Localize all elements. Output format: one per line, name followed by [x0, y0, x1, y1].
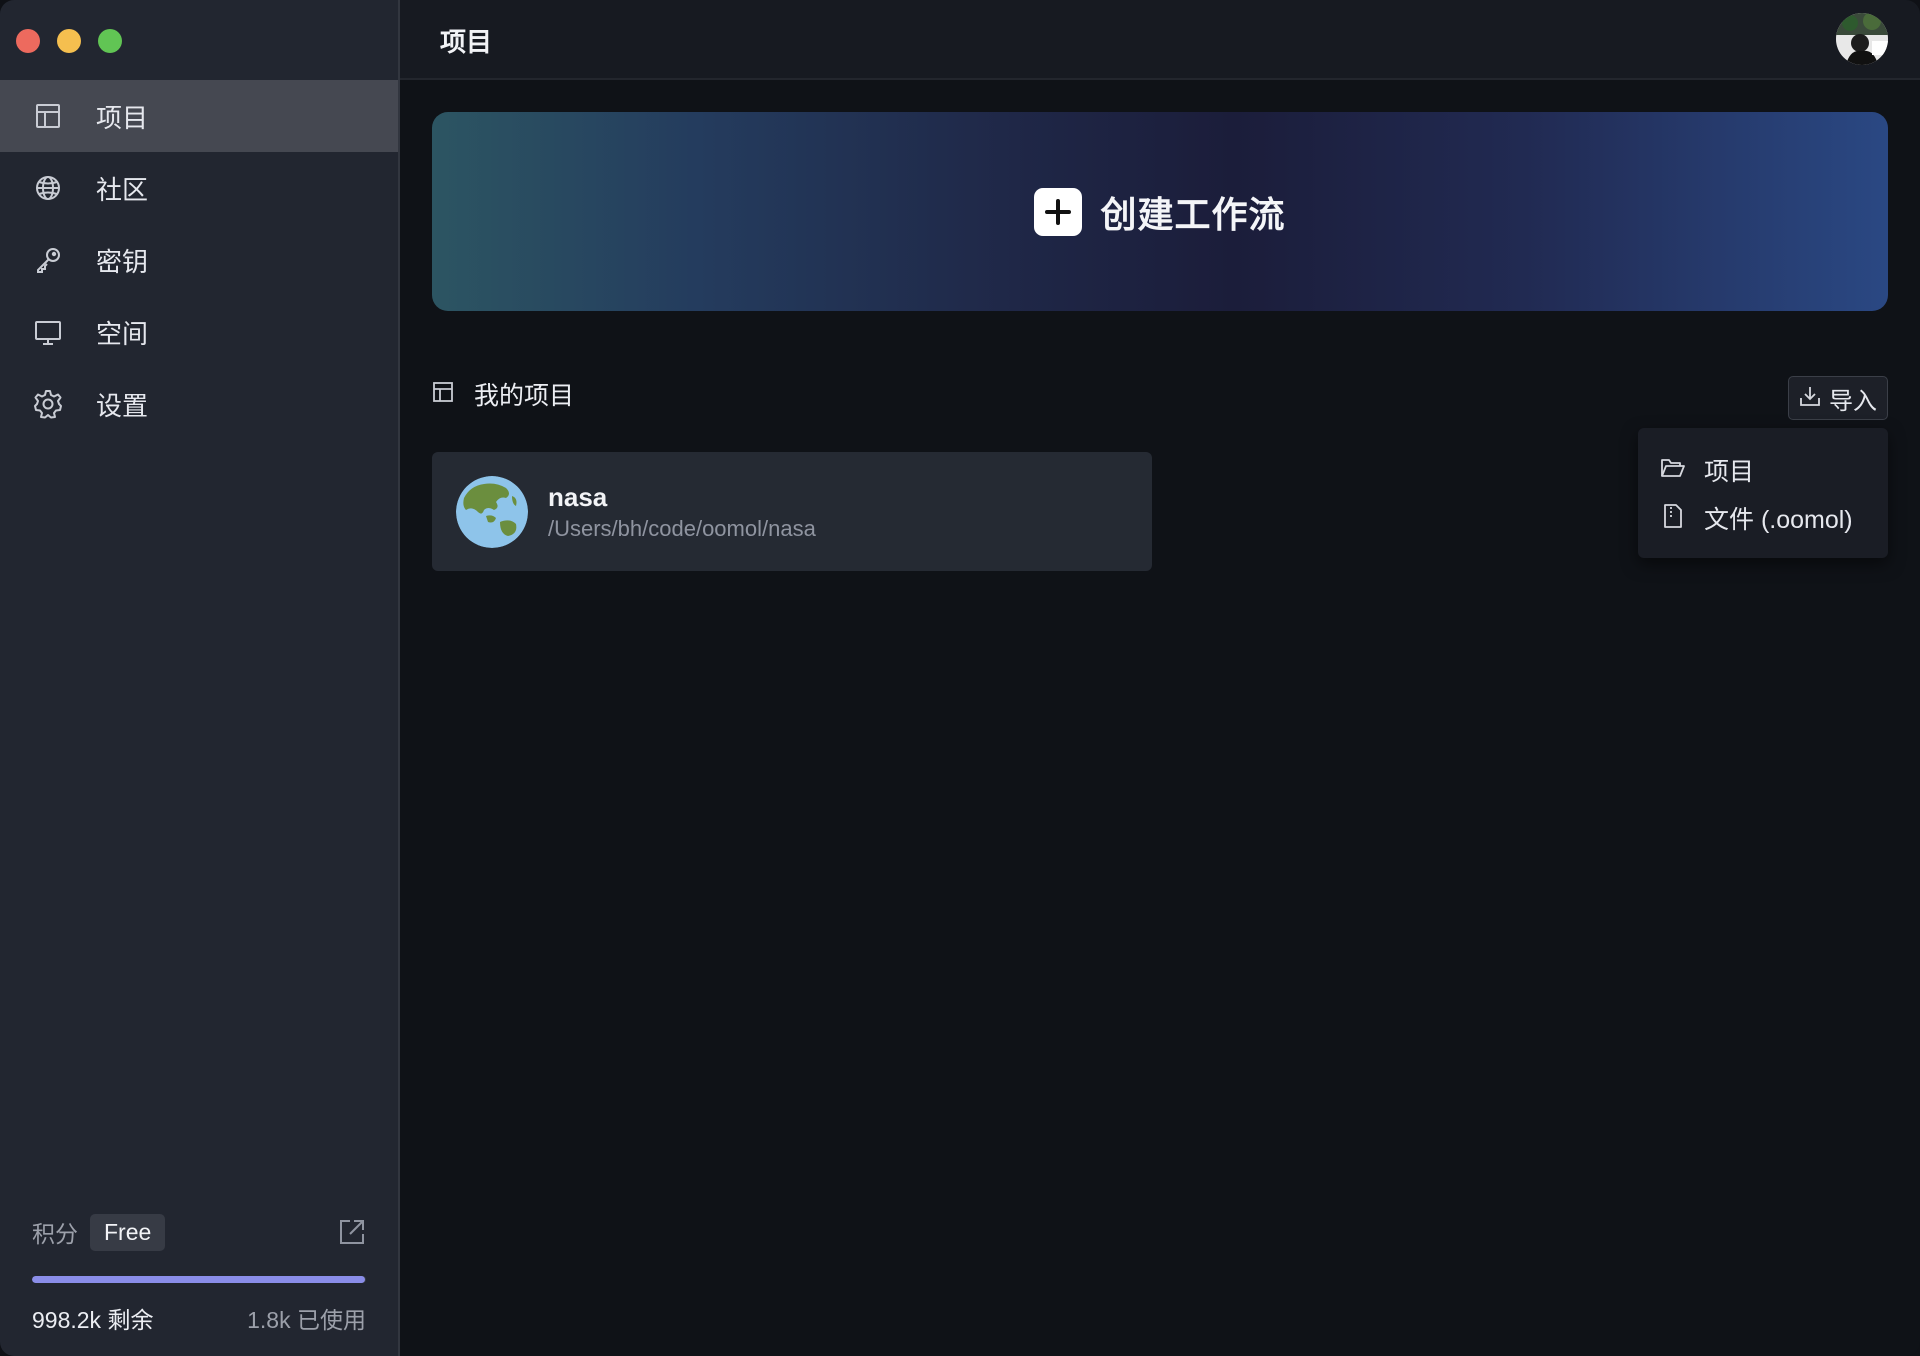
project-card[interactable]: nasa /Users/bh/code/oomol/nasa — [432, 452, 1152, 571]
credits-used: 1.8k 已使用 — [247, 1307, 366, 1333]
sidebar-item-settings[interactable]: 设置 — [0, 368, 398, 440]
credits-label: 积分 — [32, 1221, 78, 1247]
sidebar-nav: 项目 社区 密钥 空间 设置 — [0, 80, 398, 440]
globe-icon — [32, 172, 64, 204]
app-window: 项目 社区 密钥 空间 设置 积分 Free 998.2k 剩余 1.8k 已使… — [0, 0, 1920, 1356]
download-icon — [1799, 385, 1821, 412]
credits-progress-fill — [32, 1276, 366, 1283]
plan-badge: Free — [90, 1213, 166, 1251]
grid-icon — [432, 381, 454, 408]
sidebar: 项目 社区 密钥 空间 设置 积分 Free 998.2k 剩余 1.8k 已使… — [0, 0, 400, 1356]
import-button[interactable]: 导入 — [1788, 376, 1888, 420]
credits-progress-bar — [32, 1276, 366, 1283]
sidebar-item-spaces[interactable]: 空间 — [0, 296, 398, 368]
sidebar-item-label: 社区 — [96, 174, 149, 205]
earth-globe-icon — [456, 476, 528, 548]
menu-item-label: 项目 — [1704, 458, 1755, 486]
monitor-icon — [32, 316, 64, 348]
window-controls — [16, 29, 122, 53]
menu-item-import-project[interactable]: 项目 — [1660, 452, 1754, 488]
grid-icon — [32, 100, 64, 132]
gear-icon — [32, 388, 64, 420]
sidebar-item-projects[interactable]: 项目 — [0, 80, 398, 152]
import-label: 导入 — [1829, 387, 1877, 415]
my-projects-header: 我的项目 — [432, 376, 574, 412]
sidebar-item-keys[interactable]: 密钥 — [0, 224, 398, 296]
credits-remaining: 998.2k 剩余 — [32, 1307, 154, 1333]
project-name: nasa — [548, 482, 608, 512]
sidebar-item-label: 空间 — [96, 318, 149, 349]
external-link-icon[interactable] — [338, 1218, 366, 1246]
sidebar-item-community[interactable]: 社区 — [0, 152, 398, 224]
page-title: 项目 — [440, 27, 493, 57]
minimize-window-button[interactable] — [57, 29, 81, 53]
menu-item-import-file[interactable]: 文件 (.oomol) — [1660, 500, 1853, 536]
top-bar: 项目 — [400, 0, 1920, 80]
sidebar-item-label: 设置 — [96, 390, 149, 421]
sidebar-item-label: 密钥 — [96, 246, 149, 277]
folder-open-icon — [1660, 456, 1686, 485]
plus-icon — [1034, 187, 1083, 236]
section-title: 我的项目 — [474, 382, 575, 410]
credits-panel: 积分 Free 998.2k 剩余 1.8k 已使用 — [32, 1212, 366, 1335]
import-dropdown-menu: 项目 文件 (.oomol) — [1638, 428, 1888, 558]
avatar[interactable] — [1836, 13, 1888, 65]
close-window-button[interactable] — [16, 29, 40, 53]
project-path: /Users/bh/code/oomol/nasa — [548, 516, 816, 541]
create-workflow-button[interactable]: 创建工作流 — [432, 112, 1888, 311]
sidebar-item-label: 项目 — [96, 102, 149, 133]
maximize-window-button[interactable] — [98, 29, 122, 53]
file-icon — [1660, 503, 1686, 534]
create-workflow-label: 创建工作流 — [1100, 193, 1286, 235]
key-icon — [32, 244, 64, 276]
menu-item-label: 文件 (.oomol) — [1704, 506, 1853, 534]
